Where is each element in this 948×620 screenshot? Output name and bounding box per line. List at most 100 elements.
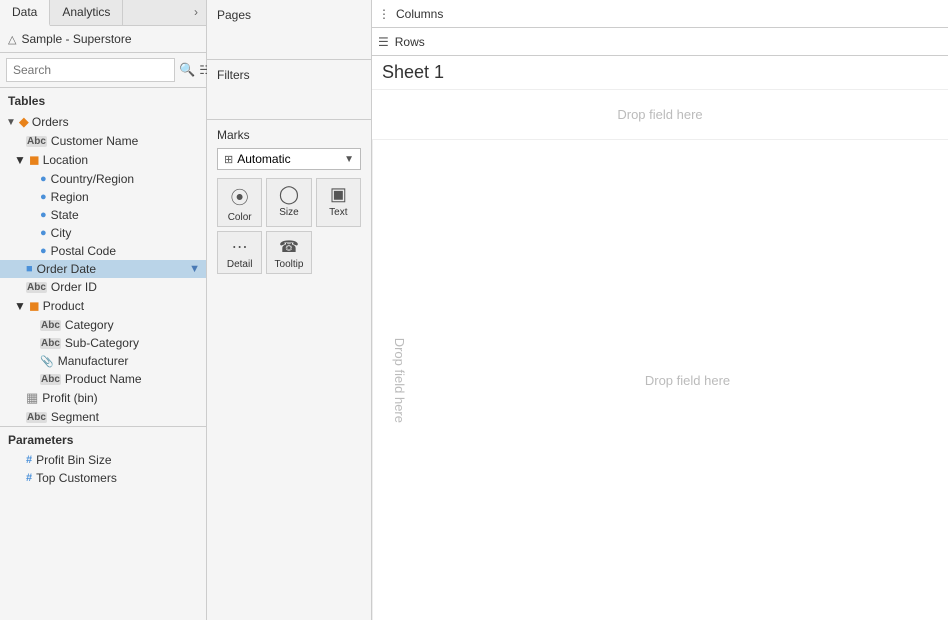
tree-item-top-customers[interactable]: # Top Customers [0, 469, 206, 487]
hash-icon-top-customers: # [26, 472, 32, 484]
tree-item-manufacturer[interactable]: 📎 Manufacturer [0, 352, 206, 370]
tree-item-subcategory[interactable]: Abc Sub-Category [0, 334, 206, 352]
rows-label: Rows [395, 35, 445, 49]
bar-icon-profit-bin: ▦ [26, 390, 38, 406]
orders-icon: ◆ [19, 114, 29, 130]
globe-icon-state: ● [40, 209, 47, 221]
profit-bin-label: Profit (bin) [42, 391, 97, 405]
state-label: State [51, 208, 79, 222]
manufacturer-label: Manufacturer [58, 354, 129, 368]
rows-shelf: ☰ Rows [372, 28, 948, 56]
tree-item-category[interactable]: Abc Category [0, 316, 206, 334]
profit-bin-size-label: Profit Bin Size [36, 453, 111, 467]
detail-label: Detail [227, 259, 253, 270]
drop-field-left[interactable]: Drop field here [372, 140, 427, 620]
sheet-title-bar: Sheet 1 [372, 56, 948, 90]
order-id-label: Order ID [51, 280, 97, 294]
sheet-title: Sheet 1 [382, 62, 444, 82]
product-caret: ▼ [14, 299, 26, 313]
tooltip-icon: ☎ [279, 237, 299, 257]
tab-analytics[interactable]: Analytics [50, 0, 123, 25]
filters-title: Filters [217, 68, 361, 82]
tab-data[interactable]: Data [0, 0, 50, 26]
search-icon[interactable]: 🔍 [179, 62, 195, 78]
size-icon: ◯ [279, 184, 299, 205]
product-name-label: Product Name [65, 372, 142, 386]
tree-item-postal-code[interactable]: ● Postal Code [0, 242, 206, 260]
tree-item-region[interactable]: ● Region [0, 188, 206, 206]
drop-field-top[interactable]: Drop field here [372, 90, 948, 140]
columns-content[interactable] [452, 3, 942, 25]
orders-caret: ▼ [6, 117, 16, 128]
color-icon: ⦿ [231, 184, 249, 210]
tables-label: Tables [0, 88, 206, 112]
product-label: Product [43, 299, 84, 313]
text-label: Text [329, 207, 347, 218]
marks-btn-size[interactable]: ◯ Size [266, 178, 311, 227]
marks-btn-tooltip[interactable]: ☎ Tooltip [266, 231, 311, 274]
tree-item-product-name[interactable]: Abc Product Name [0, 370, 206, 388]
product-subgroup-header[interactable]: ▼ ◼ Product [0, 296, 206, 316]
detail-icon: ⋯ [232, 237, 248, 257]
middle-panel: Pages Filters Marks ⊞ Automatic ▼ ⦿ Colo… [207, 0, 372, 620]
marks-title: Marks [217, 128, 361, 142]
marks-dropdown[interactable]: ⊞ Automatic ▼ [217, 148, 361, 170]
tree-item-country[interactable]: ● Country/Region [0, 170, 206, 188]
drop-field-center[interactable]: Drop field here [427, 140, 948, 620]
hash-icon-profit-bin-size: # [26, 454, 32, 466]
tree-item-city[interactable]: ● City [0, 224, 206, 242]
location-group-icon: ◼ [29, 152, 40, 168]
tree-item-segment[interactable]: Abc Segment [0, 408, 206, 426]
order-date-label: Order Date [37, 262, 96, 276]
tree-item-profit-bin[interactable]: ▦ Profit (bin) [0, 388, 206, 408]
text-icon: ▣ [330, 184, 347, 205]
tabs-row: Data Analytics › [0, 0, 206, 26]
columns-icon: ⋮ [378, 7, 390, 21]
product-group-icon: ◼ [29, 298, 40, 314]
orders-group-header[interactable]: ▼ ◆ Orders [0, 112, 206, 132]
tab-collapse-arrow[interactable]: › [186, 0, 206, 25]
tree-item-customer-name[interactable]: Abc Customer Name [0, 132, 206, 150]
color-label: Color [228, 212, 252, 223]
location-caret: ▼ [14, 153, 26, 167]
search-row: 🔍 ☵ ⌧ [0, 53, 206, 88]
city-label: City [51, 226, 72, 240]
tree-item-order-date[interactable]: ■ Order Date ▼ [0, 260, 206, 278]
marks-dropdown-icon: ⊞ [224, 153, 233, 166]
marks-dropdown-arrow: ▼ [344, 154, 354, 165]
marks-btn-text[interactable]: ▣ Text [316, 178, 361, 227]
abc-icon-customer: Abc [26, 136, 47, 147]
marks-dropdown-text: Automatic [237, 152, 340, 166]
right-panel: ⋮ Columns ☰ Rows Sheet 1 Drop field here… [372, 0, 948, 620]
abc-icon-subcategory: Abc [40, 338, 61, 349]
subcategory-label: Sub-Category [65, 336, 139, 350]
customer-name-label: Customer Name [51, 134, 138, 148]
marks-btn-detail[interactable]: ⋯ Detail [217, 231, 262, 274]
globe-icon-city: ● [40, 227, 47, 239]
tree-item-profit-bin-size[interactable]: # Profit Bin Size [0, 451, 206, 469]
abc-icon-segment: Abc [26, 412, 47, 423]
location-subgroup-header[interactable]: ▼ ◼ Location [0, 150, 206, 170]
region-label: Region [51, 190, 89, 204]
parameters-label: Parameters [0, 426, 206, 451]
tree-area: ▼ ◆ Orders Abc Customer Name ▼ ◼ Locatio… [0, 112, 206, 620]
search-input[interactable] [6, 58, 175, 82]
tree-item-order-id[interactable]: Abc Order ID [0, 278, 206, 296]
top-customers-label: Top Customers [36, 471, 117, 485]
location-label: Location [43, 153, 88, 167]
marks-section: Marks ⊞ Automatic ▼ ⦿ Color ◯ Size ▣ Tex… [207, 120, 371, 620]
size-label: Size [279, 207, 298, 218]
marks-btn-color[interactable]: ⦿ Color [217, 178, 262, 227]
abc-icon-order-id: Abc [26, 282, 47, 293]
tree-item-state[interactable]: ● State [0, 206, 206, 224]
columns-label: Columns [396, 7, 446, 21]
pages-section: Pages [207, 0, 371, 60]
segment-label: Segment [51, 410, 99, 424]
source-row: △ Sample - Superstore [0, 26, 206, 53]
filters-section: Filters [207, 60, 371, 120]
params-area: # Profit Bin Size # Top Customers [0, 451, 206, 493]
country-label: Country/Region [51, 172, 134, 186]
rows-content[interactable] [451, 31, 942, 53]
globe-icon-region: ● [40, 191, 47, 203]
postal-code-label: Postal Code [51, 244, 116, 258]
